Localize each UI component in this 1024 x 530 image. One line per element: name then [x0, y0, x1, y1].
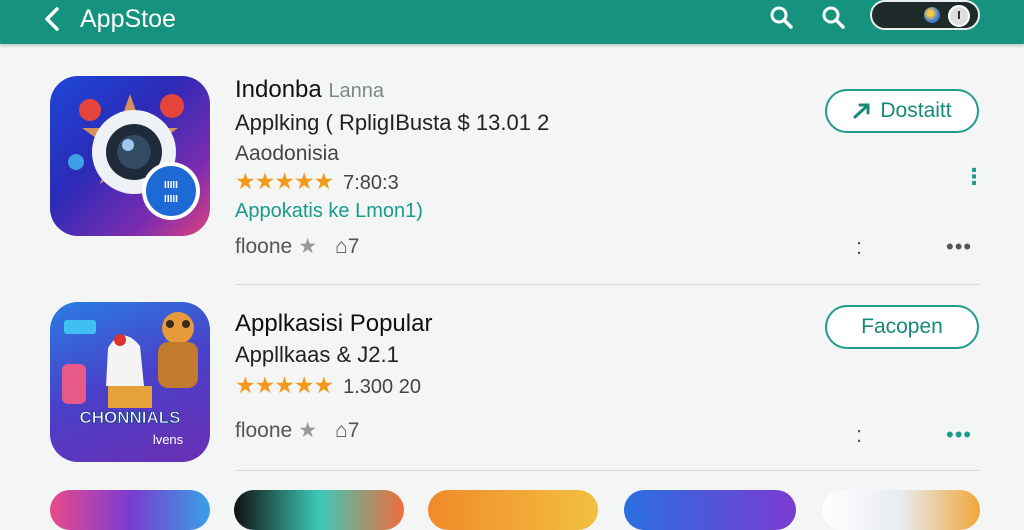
arrow-icon — [853, 103, 870, 119]
star-icon: ★ — [298, 419, 318, 442]
package-icon: ⌂ — [335, 419, 348, 442]
app-developer: Appllkaas & J2.1 — [235, 342, 399, 367]
package-icon: ⌂ — [335, 235, 348, 258]
menu-dots-icon[interactable]: : — [856, 234, 863, 260]
star-icon: ★ — [298, 235, 318, 258]
app-name[interactable]: Indonba Lanna — [235, 76, 384, 104]
app-thumbnail[interactable] — [50, 490, 210, 530]
meta-count: 7 — [347, 235, 360, 258]
app-thumbnail[interactable] — [624, 490, 796, 530]
icon-subtext: lvens — [153, 432, 184, 447]
more-options-icon[interactable]: ⋮ — [963, 164, 985, 190]
overflow-menu-icon[interactable]: ••• — [946, 422, 972, 448]
install-button-label: Dostaitt — [880, 99, 952, 122]
rating-count: 1.300 20 — [343, 376, 421, 398]
app-thumbnail[interactable] — [428, 490, 598, 530]
back-arrow-icon[interactable] — [38, 4, 68, 34]
app-category[interactable]: Appokatis ke Lmon1) — [235, 200, 423, 223]
theme-toggle[interactable] — [870, 0, 980, 30]
star-rating: ★★★★★ 7:80:3 — [235, 168, 399, 195]
search-icon[interactable] — [766, 2, 796, 32]
app-thumbnail[interactable] — [822, 490, 980, 530]
rating-count: 7:80:3 — [343, 172, 399, 194]
stars-icon: ★★★★★ — [235, 372, 334, 398]
app-header: AppStoe — [0, 0, 1024, 44]
install-button[interactable]: Dostaitt — [825, 89, 979, 133]
app-meta: floone ★ ⌂7 — [235, 418, 359, 443]
divider — [235, 470, 979, 471]
svg-text:IIIII: IIIII — [164, 194, 178, 205]
svg-text:IIIII: IIIII — [164, 180, 178, 191]
menu-dots-icon[interactable]: : — [856, 422, 863, 448]
app-developer: Applking ( RpligIBusta $ 13.01 2 — [235, 110, 550, 135]
globe-icon — [924, 7, 940, 23]
app-title: AppStoe — [80, 5, 176, 33]
app-name[interactable]: Applkasisi Popular — [235, 310, 432, 338]
game-app-icon[interactable]: CHONNIALS lvens — [50, 302, 210, 462]
open-button[interactable]: Facopen — [825, 305, 979, 349]
divider — [235, 284, 979, 285]
meta-label: floone — [235, 419, 293, 442]
meta-label: floone — [235, 235, 293, 258]
camera-app-icon[interactable]: IIIII IIIII — [50, 76, 210, 236]
app-thumbnail[interactable] — [234, 490, 404, 530]
overflow-menu-icon[interactable]: ••• — [946, 234, 972, 260]
star-rating: ★★★★★ 1.300 20 — [235, 372, 421, 399]
app-meta: floone ★ ⌂7 — [235, 234, 359, 259]
clock-icon — [948, 5, 970, 27]
icon-text: CHONNIALS — [79, 408, 180, 427]
app-name-sub: Lanna — [328, 80, 385, 102]
stars-icon: ★★★★★ — [235, 168, 334, 194]
meta-count: 7 — [347, 419, 360, 442]
app-region: Aaodonisia — [235, 142, 339, 165]
open-button-label: Facopen — [861, 315, 943, 338]
search-icon[interactable] — [818, 2, 848, 32]
